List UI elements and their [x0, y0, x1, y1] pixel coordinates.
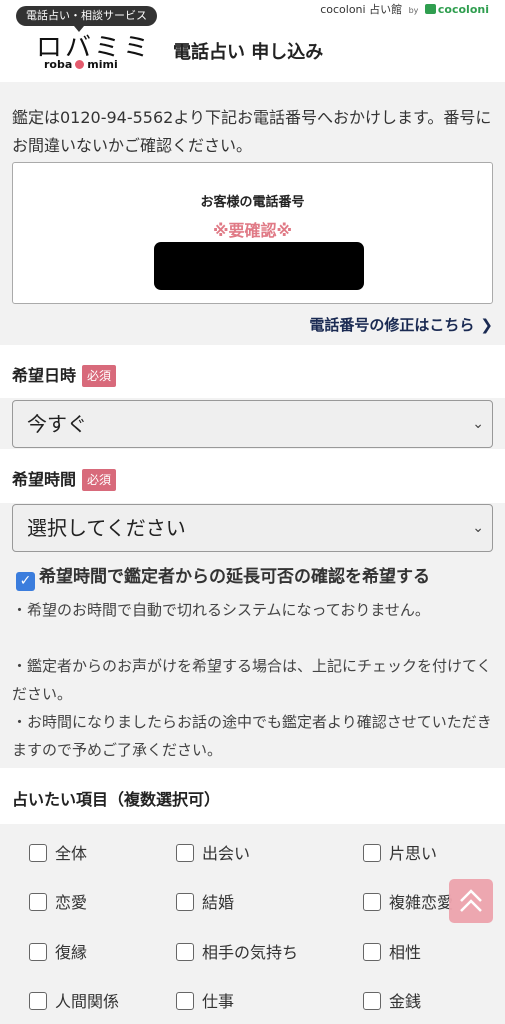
chevron-right-icon: ❯ — [480, 316, 493, 334]
topic-checkbox[interactable]: 仕事 — [176, 988, 234, 1012]
extension-checkbox[interactable]: ✓ 希望時間で鑑定者からの延長可否の確認を希望する — [16, 562, 430, 591]
topic-checkbox[interactable]: 全体 — [29, 840, 87, 864]
checkbox-icon[interactable] — [29, 943, 47, 961]
topic-checkbox[interactable]: 出会い — [176, 840, 250, 864]
checkbox-icon[interactable] — [363, 992, 381, 1010]
checkbox-icon[interactable] — [29, 844, 47, 862]
chevron-down-icon: ⌄ — [472, 520, 484, 536]
phone-box: お客様の電話番号 ※要確認※ — [12, 162, 493, 304]
cocoloni-icon — [424, 4, 436, 14]
checkbox-icon[interactable] — [176, 943, 194, 961]
phone-number-redacted — [154, 242, 364, 290]
checkbox-icon[interactable] — [363, 893, 381, 911]
date-label: 希望日時 必須 — [12, 362, 117, 387]
checkbox-icon[interactable] — [176, 992, 194, 1010]
notice-text: 鑑定は0120-94-5562より下記お電話番号へおかけします。番号にお間違いな… — [12, 108, 492, 155]
ear-dot-icon — [75, 60, 85, 69]
topic-checkbox[interactable]: 片思い — [363, 840, 437, 864]
header: 電話占い・相談サービス ロバミミ roba mimi 電話占い 申し込み coco… — [0, 0, 505, 82]
scroll-top-button[interactable] — [449, 879, 493, 923]
required-badge: 必須 — [82, 365, 117, 387]
topic-checkbox[interactable]: 復縁 — [29, 939, 87, 963]
topic-checkbox[interactable]: 恋愛 — [29, 889, 87, 913]
chevron-down-icon: ⌄ — [472, 416, 484, 432]
checkbox-icon[interactable] — [363, 943, 381, 961]
brand-logo[interactable]: cocoloni 占い館 by cocoloni — [320, 1, 489, 17]
edit-phone-link[interactable]: 電話番号の修正はこちら ❯ — [309, 314, 493, 335]
double-chevron-up-icon — [460, 889, 482, 912]
topic-checkbox[interactable]: 結婚 — [176, 889, 234, 913]
checkbox-icon[interactable] — [363, 844, 381, 862]
note-1: ・希望のお時間で自動で切れるシステムになっておりません。 — [12, 601, 430, 619]
phone-warning: ※要確認※ — [212, 221, 293, 240]
topic-checkbox[interactable]: 金銭 — [363, 988, 421, 1012]
time-label: 希望時間 必須 — [12, 466, 117, 491]
checkbox-icon[interactable] — [176, 844, 194, 862]
topic-checkbox[interactable]: 相性 — [363, 939, 421, 963]
phone-label: お客様の電話番号 — [200, 195, 305, 210]
logo-subtitle: roba mimi — [44, 58, 118, 71]
time-select[interactable]: 選択してください ⌄ — [12, 504, 493, 552]
topic-checkbox[interactable]: 相手の気持ち — [176, 939, 298, 963]
topic-checkbox[interactable]: 複雑恋愛 — [363, 889, 453, 913]
topic-checkbox[interactable]: 人間関係 — [29, 988, 119, 1012]
required-badge: 必須 — [82, 469, 117, 491]
topics-title: 占いたい項目（複数選択可） — [12, 790, 221, 809]
checkbox-icon[interactable] — [29, 893, 47, 911]
service-badge: 電話占い・相談サービス — [16, 6, 157, 32]
checkbox-icon[interactable] — [29, 992, 47, 1010]
note-3: ・お時間になりましたらお話の途中でも鑑定者より確認させていただきますので予めご了… — [12, 713, 492, 759]
date-select[interactable]: 今すぐ ⌄ — [12, 400, 493, 448]
page-title: 電話占い 申し込み — [173, 42, 324, 63]
checkbox-checked-icon[interactable]: ✓ — [16, 572, 35, 591]
checkbox-icon[interactable] — [176, 893, 194, 911]
note-2: ・鑑定者からのお声がけを希望する場合は、上記にチェックを付けてください。 — [12, 657, 492, 703]
